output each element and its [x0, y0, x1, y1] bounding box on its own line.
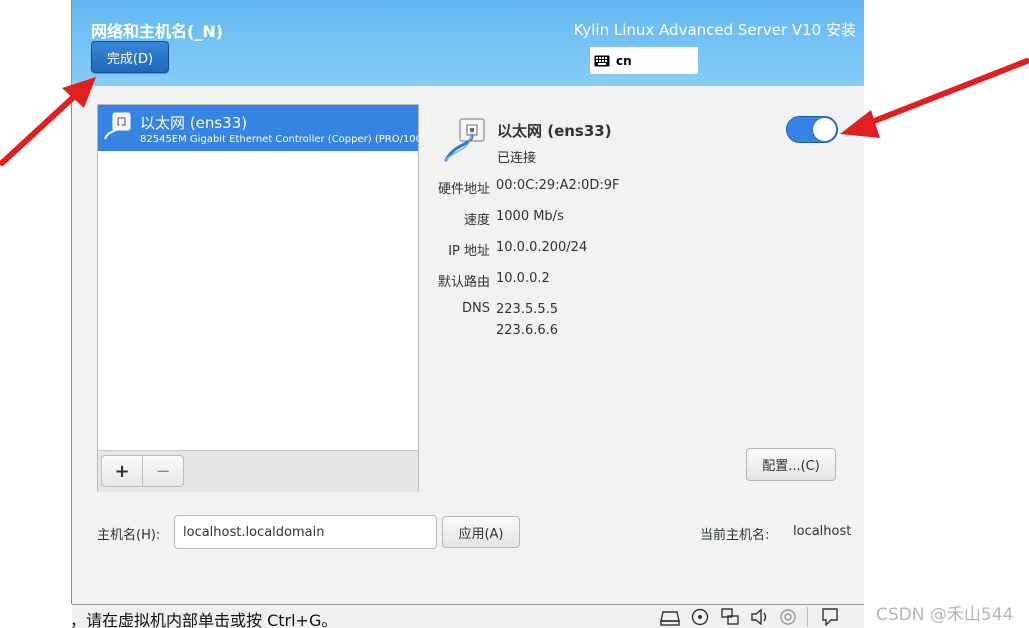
detail-value-speed: 1000 Mb/s: [496, 209, 564, 224]
detail-label-ip: IP 地址: [448, 244, 490, 259]
configure-button[interactable]: 配置...(C): [746, 448, 836, 481]
keyboard-layout-label: cn: [616, 53, 632, 68]
detail-label-gateway: 默认路由: [437, 275, 490, 290]
detail-value-ip: 10.0.0.200/24: [496, 240, 588, 255]
usb-device-icon[interactable]: [778, 608, 798, 626]
sound-icon[interactable]: [750, 608, 770, 626]
done-button[interactable]: 完成(D): [91, 41, 169, 73]
detail-device-name: 以太网 (ens33): [497, 122, 612, 140]
apply-hostname-button[interactable]: 应用(A): [442, 516, 520, 548]
detail-label-hwaddr: 硬件地址: [437, 182, 490, 197]
hostname-input[interactable]: [174, 515, 437, 549]
add-device-button[interactable]: +: [101, 455, 143, 487]
detail-value-hwaddr: 00:0C:29:A2:0D:9F: [496, 178, 620, 193]
device-description: 82545EM Gigabit Ethernet Controller (Cop…: [140, 134, 418, 145]
hostname-label: 主机名(H):: [97, 528, 161, 543]
message-log-icon[interactable]: [820, 608, 840, 626]
toggle-knob: [813, 118, 836, 141]
detail-value-gateway: 10.0.0.2: [496, 271, 550, 286]
installer-title: Kylin Linux Advanced Server V10 安装: [573, 21, 856, 39]
detail-label-speed: 速度: [463, 213, 490, 228]
status-divider: [807, 607, 808, 627]
list-item-ens33[interactable]: 以太网 (ens33) 82545EM Gigabit Ethernet Con…: [98, 105, 418, 151]
arrow-to-toggle-icon: [840, 58, 1029, 138]
connection-status: 已连接: [497, 151, 537, 166]
status-hint-text: ，请在虚拟机内部单击或按 Ctrl+G。: [72, 611, 338, 628]
installer-window: 网络和主机名(_N) 完成(D) Kylin Linux Advanced Se…: [72, 0, 864, 604]
current-hostname-label: 当前主机名:: [700, 528, 770, 543]
device-name: 以太网 (ens33): [140, 114, 248, 132]
watermark: CSDN @禾山544: [876, 605, 1014, 625]
header-bar: 网络和主机名(_N) 完成(D) Kylin Linux Advanced Se…: [72, 0, 864, 86]
device-list-toolbar: + −: [98, 450, 418, 492]
ethernet-icon: [104, 112, 131, 140]
detail-value-dns-1: 223.5.5.5: [496, 302, 559, 317]
ethernet-device-icon: [444, 118, 485, 162]
remove-device-button[interactable]: −: [142, 455, 184, 487]
keyboard-icon: [594, 55, 610, 66]
network-device-list: 以太网 (ens33) 82545EM Gigabit Ethernet Con…: [97, 104, 419, 492]
detail-value-dns-2: 223.6.6.6: [496, 323, 559, 338]
current-hostname-value: localhost: [793, 524, 852, 539]
vm-status-bar: ，请在虚拟机内部单击或按 Ctrl+G。: [72, 604, 864, 628]
keyboard-layout-indicator[interactable]: cn: [590, 47, 698, 74]
connection-toggle[interactable]: [786, 116, 838, 143]
hard-disk-icon[interactable]: [660, 608, 680, 626]
cd-dvd-icon[interactable]: [690, 608, 710, 626]
network-adapter-icon[interactable]: [720, 608, 740, 626]
detail-label-dns: DNS: [462, 301, 490, 316]
page-title: 网络和主机名(_N): [91, 22, 224, 41]
